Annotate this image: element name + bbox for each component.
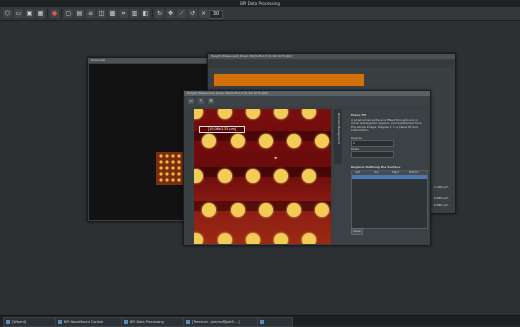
calc-icon[interactable]: ▥ [130, 9, 139, 18]
rotate-icon[interactable]: ↻ [155, 9, 164, 18]
list-icon[interactable]: ≡ [86, 9, 95, 18]
measurement-label: [10.08x3.35 µm] [199, 126, 245, 133]
particle [287, 134, 301, 148]
particle [274, 233, 288, 244]
plane-fit-heading: Plane Fit [351, 113, 366, 117]
toolbar-separator [152, 9, 153, 18]
taskbar-item-nanomount[interactable]: BPI NanoMount Control [55, 317, 127, 327]
height-window-front[interactable]: Height (Measured) [Scan 2024-05-13 01:42… [183, 90, 431, 246]
folder-icon[interactable]: ▭ [188, 98, 194, 104]
window-icon [186, 320, 190, 324]
photo-icon[interactable]: ▢ [64, 9, 73, 18]
taskbar-item-label: [Terminal - pierrez@pbt5 ...] [192, 320, 240, 324]
app-title: BPI Data Processing [240, 1, 280, 6]
col-bottom: Bottom [409, 171, 419, 174]
clip-icon[interactable]: ◫ [97, 9, 106, 18]
regions-heading: Regions Defining the Surface [351, 165, 401, 169]
folder-icon[interactable]: ▭ [14, 9, 23, 18]
particle [302, 233, 316, 244]
back-window-toolbar [209, 60, 454, 68]
mouse-cursor-icon: ⌖ [274, 155, 278, 162]
front-window-toolbar [185, 97, 429, 106]
particle [231, 134, 245, 148]
particle [274, 109, 288, 119]
back-value-1: 1.000 µm [434, 185, 449, 189]
particle [315, 203, 329, 217]
window-icon [58, 320, 62, 324]
pointer-icon[interactable]: ↖ [198, 98, 204, 104]
plane-fit-description: A polynomial surface is fitted through o… [351, 118, 422, 133]
particle [194, 109, 203, 119]
taskbar-item-wizard[interactable]: [Wizard] [3, 317, 61, 327]
col-right: Right [392, 171, 399, 174]
toolbar-separator [61, 9, 62, 18]
window-icon [6, 320, 10, 324]
overview-thumbnail [156, 152, 184, 185]
particle [302, 169, 316, 183]
back-value-3: 0.881 µm [434, 203, 449, 207]
taskbar-item-data-processing[interactable]: BPI Data Processing [121, 317, 189, 327]
particle [259, 134, 273, 148]
back-value-2: 0.883 µm [434, 196, 449, 200]
crop-icon[interactable]: ⌗ [119, 9, 128, 18]
window-icon [260, 320, 264, 324]
zoom-input[interactable]: 30 [209, 10, 223, 19]
back-window-title[interactable]: Height (Measured) [Scan 2024-05-13 01:42… [208, 54, 455, 59]
particle [202, 203, 216, 217]
taskbar-item-extra[interactable] [257, 317, 293, 327]
taskbar-item-terminal[interactable]: [Terminal - pierrez@pbt5 ...] [183, 317, 263, 327]
remove-background-tab[interactable]: Remove Background [334, 109, 342, 164]
clear-button[interactable]: Clear [351, 228, 363, 235]
ruler-icon[interactable]: ⟋ [177, 9, 186, 18]
back-window-image [214, 74, 364, 86]
remove-background-panel: Remove Background Plane Fit A polynomial… [334, 109, 429, 244]
toolbar-separator [47, 9, 48, 18]
move-icon[interactable]: ✥ [166, 9, 175, 18]
table-row-selected[interactable] [352, 175, 427, 179]
particle [259, 203, 273, 217]
particle [315, 134, 329, 148]
taskbar-item-label: [Wizard] [12, 320, 27, 324]
particle [218, 169, 232, 183]
save-icon[interactable]: ▣ [25, 9, 34, 18]
particle [302, 109, 316, 119]
table-icon[interactable]: ▤ [75, 9, 84, 18]
main-toolbar: ⬡ ▭ ▣ ▦ ● ▢ ▤ ≡ ◫ ▩ ⌗ ▥ ◧ ↻ ✥ ⟋ ↺ × 30 [0, 7, 520, 21]
mode-select[interactable] [351, 151, 394, 158]
scale-icon[interactable]: × [199, 9, 208, 18]
layers-icon[interactable]: ◧ [141, 9, 150, 18]
particle [202, 134, 216, 148]
col-left: Left [355, 171, 360, 174]
particle [246, 109, 260, 119]
particle [218, 109, 232, 119]
record-icon[interactable]: ● [50, 9, 59, 18]
side-tab-label: Remove Background [337, 113, 341, 145]
taskbar: [Wizard] BPI NanoMount Control BPI Data … [0, 315, 520, 327]
image-icon[interactable]: ▩ [108, 9, 117, 18]
settings-icon[interactable]: ⚙ [208, 98, 214, 104]
rotate-ccw-icon[interactable]: ↺ [188, 9, 197, 18]
particle [274, 169, 288, 183]
particle [194, 233, 203, 244]
degree-input[interactable]: 1 [351, 140, 394, 147]
particle [194, 169, 203, 183]
taskbar-item-label: BPI NanoMount Control [64, 320, 104, 324]
regions-table[interactable]: Left Top Right Bottom [351, 170, 428, 229]
col-top: Top [374, 171, 379, 174]
window-icon [124, 320, 128, 324]
particle [287, 203, 301, 217]
particle [246, 169, 260, 183]
particle [218, 233, 232, 244]
particle [246, 233, 260, 244]
grid-icon[interactable]: ▦ [36, 9, 45, 18]
overview-title[interactable]: Overview [88, 58, 210, 63]
front-window-title[interactable]: Height (Measured) [Scan 2024-05-13 01:42… [184, 91, 430, 96]
particle [231, 203, 245, 217]
cube-icon[interactable]: ⬡ [3, 9, 12, 18]
taskbar-item-label: BPI Data Processing [130, 320, 164, 324]
